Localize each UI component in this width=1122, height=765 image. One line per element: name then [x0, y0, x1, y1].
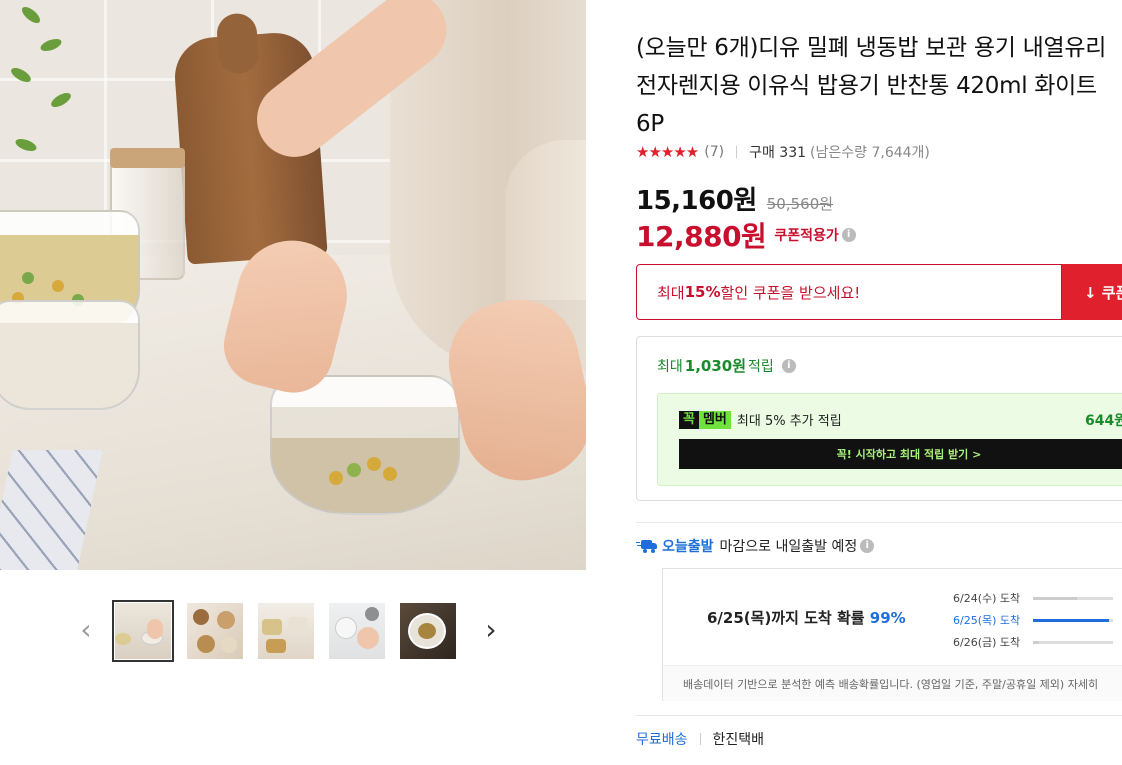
- member-signup-button[interactable]: 꼭! 시작하고 최대 적립 받기 >: [679, 439, 1122, 469]
- member-reward-panel: 꼭 멤버 최대 5% 추가 적립 644원 꼭! 시작하고 최대 적립 받기 >: [657, 393, 1122, 486]
- delivery-probability: 6/25(목)까지 도착 확률 99%: [707, 607, 906, 628]
- gallery-thumbnail-2[interactable]: [185, 601, 245, 661]
- member-reward-amount: 644원: [1085, 413, 1122, 429]
- coupon-banner-prefix: 최대: [657, 283, 685, 302]
- coupon-banner[interactable]: 최대 15% 할인 쿠폰을 받으세요!: [636, 264, 1062, 320]
- download-coupon-button[interactable]: ↓ 쿠폰받기: [1062, 264, 1122, 320]
- member-badge-a: 꼭: [679, 410, 699, 429]
- original-price: 50,560원: [766, 195, 834, 213]
- coupon-price-label: 쿠폰적용가: [774, 228, 839, 244]
- shipping-header: 오늘출발 마감으로 내일출발 예정 i: [636, 536, 875, 556]
- section-divider: [636, 522, 1122, 523]
- member-badge-logo: 꼭 멤버: [679, 410, 731, 429]
- product-title: (오늘만 6개)디유 밀폐 냉동밥 보관 용기 내열유리 전자렌지용 이유식 밥…: [636, 35, 1107, 137]
- gallery-prev-button[interactable]: ‹: [74, 612, 98, 648]
- probability-bar: [1033, 618, 1113, 622]
- probability-bar: [1033, 596, 1113, 600]
- divider: [736, 146, 738, 158]
- reward-suffix: 적립: [748, 358, 774, 375]
- rating-stars-icon: ★★★★★: [636, 143, 699, 161]
- reward-box: 최대 1,030원 적립 i 꼭 멤버 최대 5% 추가 적립 644원 꼭! 시…: [636, 336, 1122, 501]
- courier-name: 한진택배: [712, 732, 765, 748]
- today-dispatch-text: 오늘출발: [662, 539, 714, 555]
- coupon-banner-suffix: 할인 쿠폰을 받으세요!: [720, 283, 861, 302]
- price-row: 15,160원 50,560원: [636, 180, 833, 217]
- rating-row: ★★★★★ (7) 구매 331 (남은수량 7,644개): [636, 140, 930, 164]
- probability-bar-fill: [1033, 618, 1109, 622]
- shipping-method-row: 무료배송 한진택배: [636, 729, 764, 749]
- round-glass-container: [270, 375, 460, 515]
- coupon-percent: 15%: [684, 283, 721, 301]
- gallery-next-button[interactable]: ›: [479, 612, 503, 648]
- free-shipping-label: 무료배송: [636, 732, 688, 748]
- delivery-distribution: 6/24(수) 도착 6/25(목) 도착 6/26(금) 도착: [953, 587, 1113, 653]
- reward-info-icon[interactable]: i: [781, 358, 796, 373]
- product-main-image[interactable]: [0, 0, 586, 570]
- coupon-price-row: 12,880원 쿠폰적용가 i: [636, 215, 856, 255]
- container-with-grains: [0, 300, 140, 410]
- coupon-price: 12,880원: [636, 220, 767, 253]
- delivery-distribution-row: 6/24(수) 도착: [953, 587, 1113, 609]
- delivery-date-label: 6/26(금) 도착: [953, 636, 1021, 649]
- today-dispatch-label: 오늘출발: [636, 536, 714, 556]
- member-extra-text: 최대 5% 추가 적립: [736, 414, 842, 429]
- delivery-date-label: 6/25(목) 도착: [953, 614, 1021, 627]
- reward-prefix: 최대: [657, 358, 683, 375]
- divider: [699, 733, 701, 745]
- info-icon[interactable]: i: [841, 228, 856, 242]
- sweater-body: [505, 140, 586, 300]
- deadline-text: 마감으로 내일출발 예정: [719, 539, 858, 555]
- section-divider: [636, 715, 1122, 716]
- gallery-thumbnail-5[interactable]: [398, 601, 458, 661]
- purchase-count: 구매 331: [749, 145, 807, 161]
- sale-price: 15,160원: [636, 186, 757, 216]
- probability-bar-fill: [1033, 596, 1077, 600]
- delivery-distribution-row: 6/26(금) 도착: [953, 631, 1113, 653]
- plant: [0, 0, 90, 190]
- delivery-distribution-row: 6/25(목) 도착: [953, 609, 1113, 631]
- probability-bar-fill: [1033, 640, 1040, 644]
- truck-icon: [636, 539, 658, 553]
- gallery-thumbnail-3[interactable]: [256, 601, 316, 661]
- delivery-note: 배송데이터 기반으로 분석한 예측 배송확률입니다. (영업일 기준, 주말/공…: [663, 665, 1122, 701]
- probability-prefix: 6/25(목)까지 도착 확률: [707, 609, 870, 627]
- shipping-info-icon[interactable]: i: [860, 539, 875, 553]
- probability-percent: 99%: [869, 609, 906, 627]
- member-badge-b: 멤버: [698, 410, 731, 429]
- member-reward-row: 꼭 멤버 최대 5% 추가 적립: [679, 410, 842, 429]
- delivery-probability-box: 6/25(목)까지 도착 확률 99% 6/24(수) 도착 6/25(목) 도착…: [662, 568, 1122, 701]
- reward-amount: 1,030원: [684, 357, 747, 375]
- delivery-date-label: 6/24(수) 도착: [953, 592, 1021, 605]
- gallery-thumbnail-4[interactable]: [327, 601, 387, 661]
- remaining-stock: (남은수량 7,644개): [810, 145, 930, 161]
- review-count-link[interactable]: (7): [704, 144, 724, 160]
- probability-bar: [1033, 640, 1113, 644]
- reward-summary: 최대 1,030원 적립 i: [657, 355, 796, 376]
- gallery-thumbnail-1[interactable]: [112, 600, 174, 662]
